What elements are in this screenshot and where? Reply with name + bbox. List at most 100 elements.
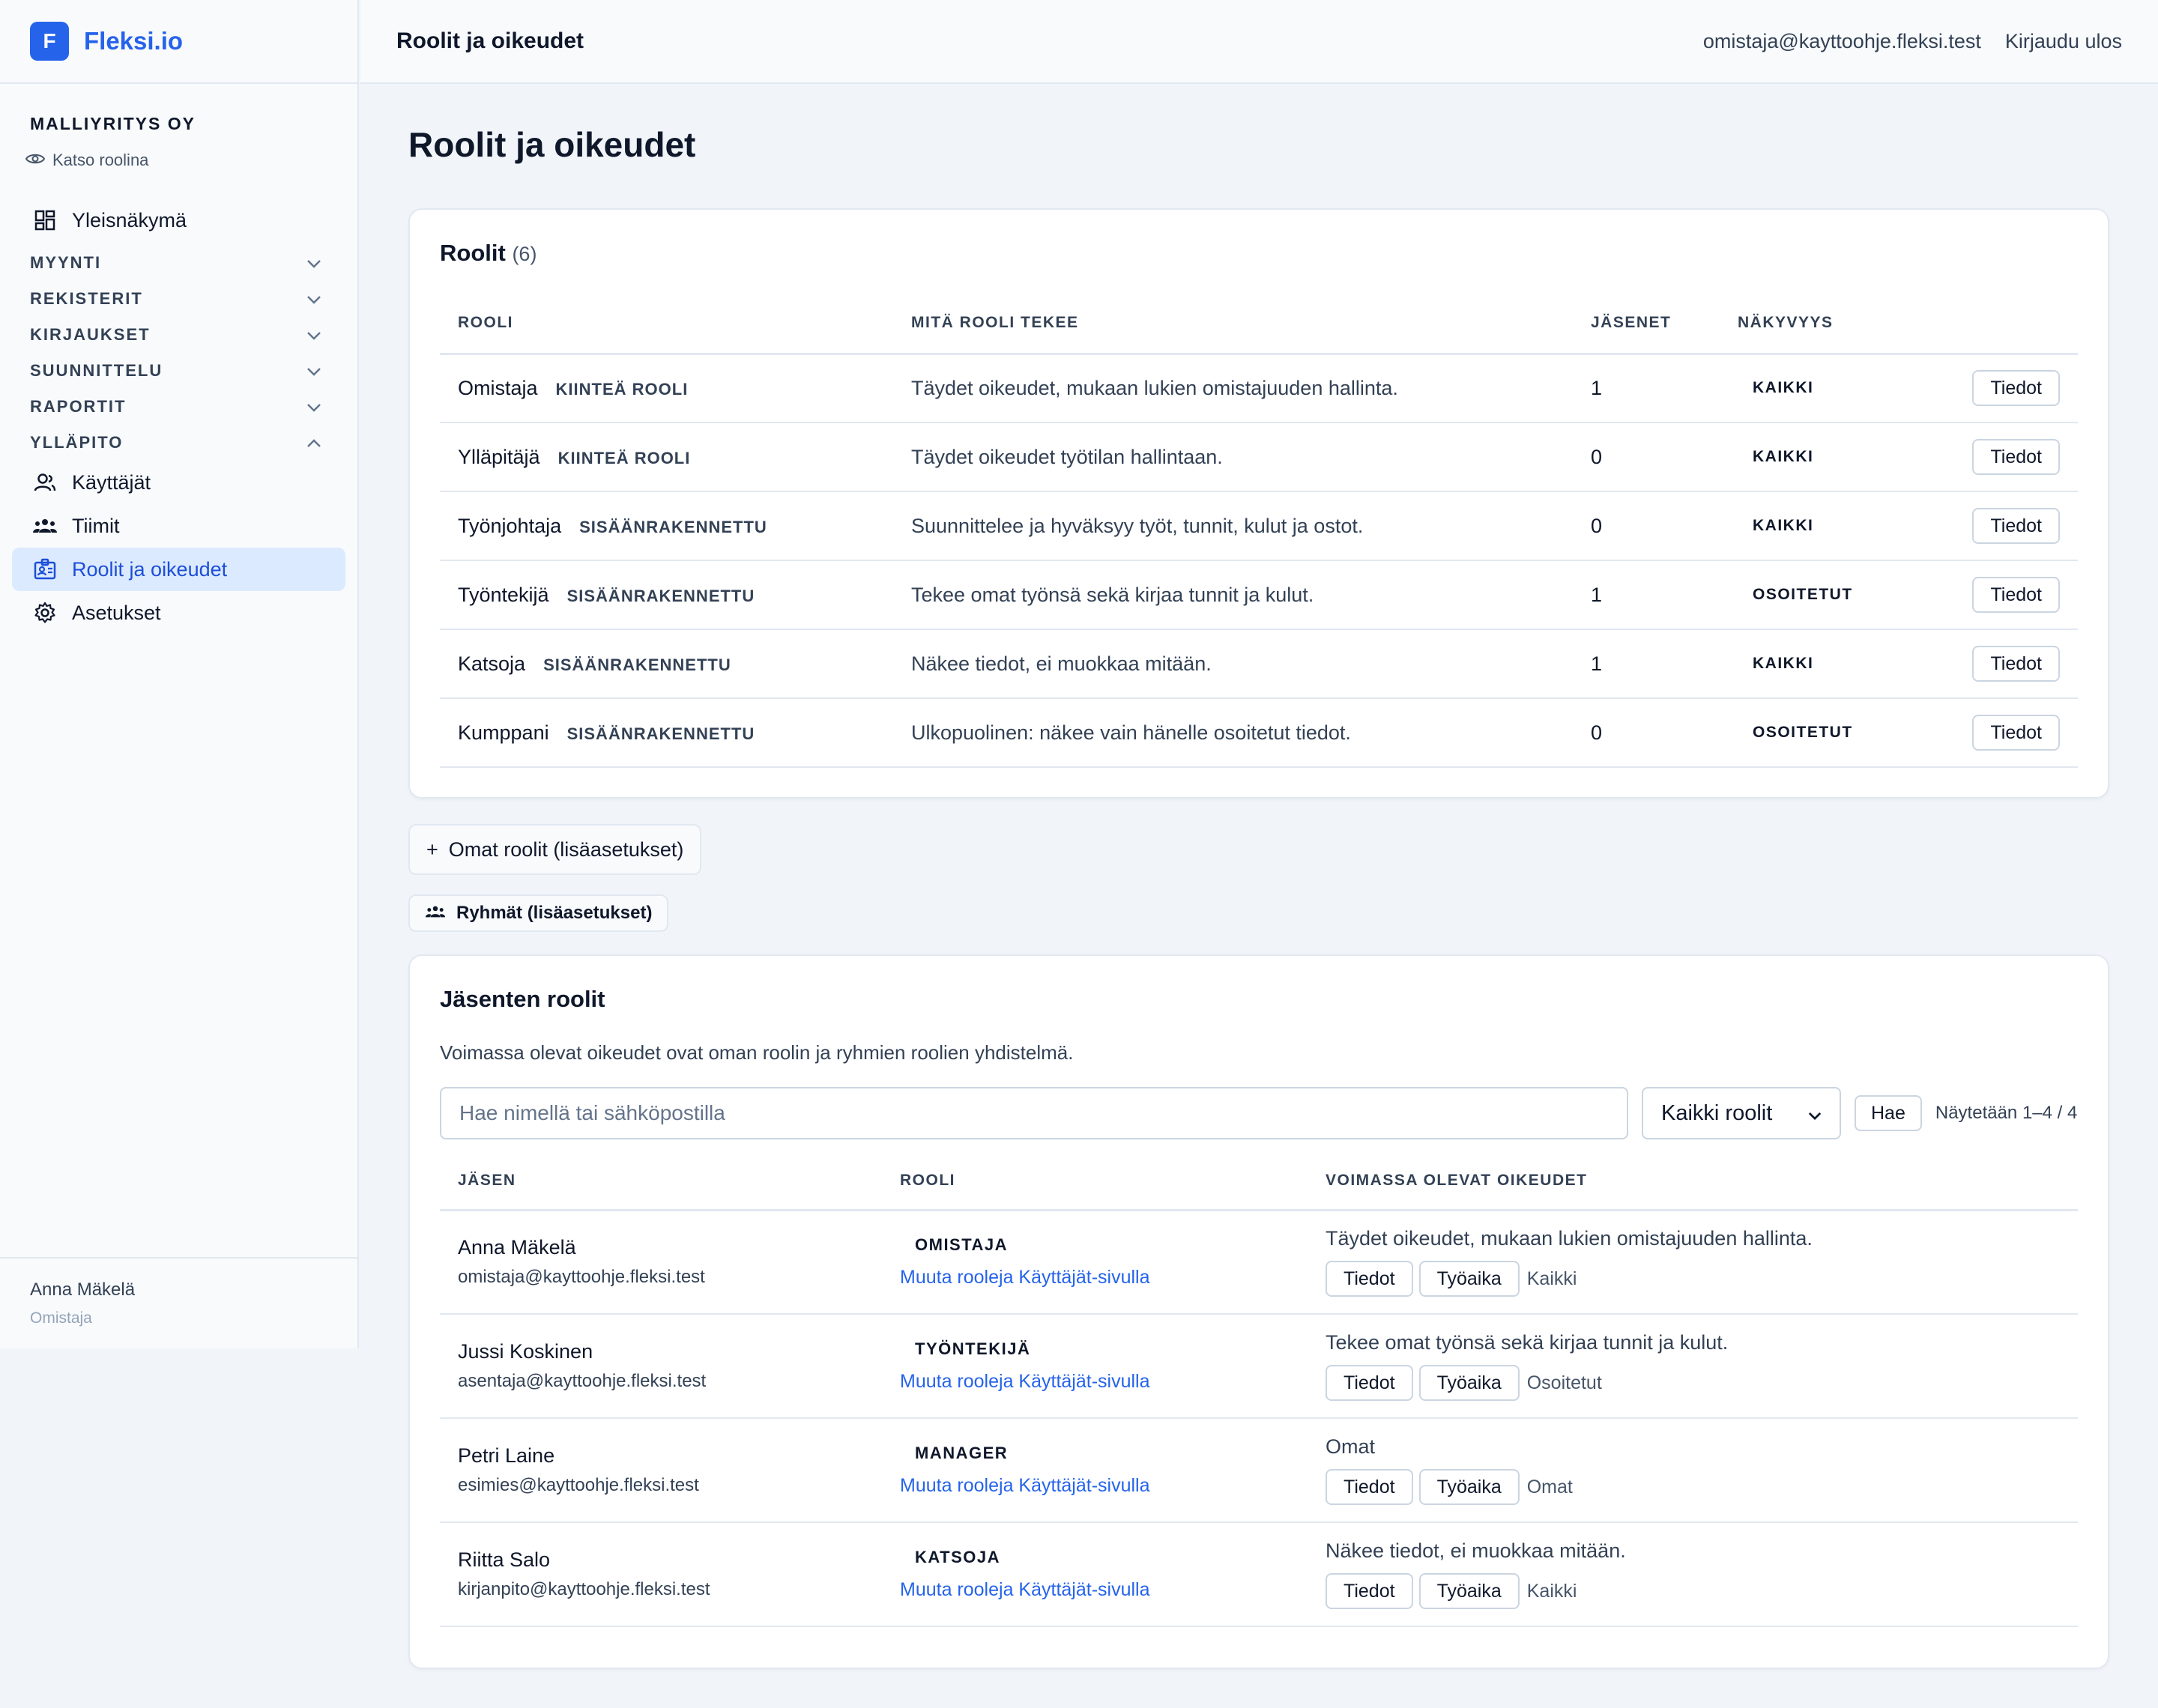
column-header: NÄKYVYYS bbox=[1720, 294, 1855, 355]
role-details-button[interactable]: Tiedot bbox=[1972, 370, 2060, 407]
member-actions: Tiedot Työaika Kaikki bbox=[1326, 1573, 2078, 1609]
member-role-cell: TYÖNTEKIJÄ Muuta rooleja Käyttäjät-sivull… bbox=[882, 1314, 1308, 1419]
custom-roles-label: Omat roolit (lisäasetukset) bbox=[448, 838, 684, 861]
column-header: JÄSEN bbox=[440, 1153, 882, 1211]
team-icon bbox=[425, 903, 446, 924]
member-worktime-button[interactable]: Työaika bbox=[1418, 1365, 1520, 1401]
sidebar-item-label: Yleisnäkymä bbox=[72, 208, 187, 231]
roles-count: (6) bbox=[512, 243, 537, 265]
member-worktime-button[interactable]: Työaika bbox=[1418, 1469, 1520, 1505]
member-details-button[interactable]: Tiedot bbox=[1326, 1365, 1413, 1401]
sidebar-item-label: Tiimit bbox=[72, 514, 120, 537]
change-roles-link[interactable]: Muuta rooleja Käyttäjät-sivulla bbox=[900, 1267, 1308, 1288]
section-label: REKISTERIT bbox=[30, 289, 143, 308]
user-role: Omistaja bbox=[30, 1309, 92, 1327]
member-search-input[interactable] bbox=[440, 1087, 1628, 1139]
role-details-button[interactable]: Tiedot bbox=[1972, 577, 2060, 613]
topbar-title: Roolit ja oikeudet bbox=[396, 28, 584, 53]
sidebar-item-teams[interactable]: Tiimit bbox=[12, 504, 345, 548]
groups-button[interactable]: Ryhmät (lisäasetukset) bbox=[408, 894, 669, 932]
role-cell: Katsoja SISÄÄNRAKENNETTU bbox=[440, 629, 893, 699]
member-cell: Riitta Salo kirjanpito@kayttoohje.fleksi.… bbox=[440, 1522, 882, 1627]
table-row: Katsoja SISÄÄNRAKENNETTU Näkee tiedot, ei … bbox=[440, 629, 2078, 699]
table-row: Kumppani SISÄÄNRAKENNETTU Ulkopuolinen: nä… bbox=[440, 698, 2078, 768]
member-cell: Anna Mäkelä omistaja@kayttoohje.fleksi.te… bbox=[440, 1210, 882, 1315]
sidebar-section-rekisterit[interactable]: REKISTERIT bbox=[0, 281, 357, 317]
role-visibility: KAIKKI bbox=[1720, 354, 1855, 423]
role-member-count: 1 bbox=[1573, 629, 1720, 699]
role-details-button[interactable]: Tiedot bbox=[1972, 439, 2060, 475]
change-roles-link[interactable]: Muuta rooleja Käyttäjät-sivulla bbox=[900, 1579, 1308, 1601]
custom-roles-button[interactable]: + Omat roolit (lisäasetukset) bbox=[408, 824, 702, 875]
member-actions: Tiedot Työaika Kaikki bbox=[1326, 1261, 2078, 1297]
sidebar-section-myynti[interactable]: MYYNTI bbox=[0, 245, 357, 281]
table-header-row: JÄSEN ROOLI VOIMASSA OLEVAT OIKEUDET bbox=[440, 1153, 2078, 1211]
role-details-button[interactable]: Tiedot bbox=[1972, 715, 2060, 751]
role-visibility: OSOITETUT bbox=[1720, 560, 1855, 630]
brand[interactable]: F Fleksi.io bbox=[0, 0, 357, 84]
role-details-button[interactable]: Tiedot bbox=[1972, 508, 2060, 544]
members-table: JÄSEN ROOLI VOIMASSA OLEVAT OIKEUDET Ann… bbox=[440, 1153, 2078, 1627]
member-scope: Omat bbox=[1526, 1476, 1573, 1497]
table-row: Työnjohtaja SISÄÄNRAKENNETTU Suunnittelee … bbox=[440, 491, 2078, 561]
role-actions: Tiedot bbox=[1855, 560, 2078, 630]
sidebar-section-kirjaukset[interactable]: KIRJAUKSET bbox=[0, 317, 357, 353]
sidebar-item-label: Asetukset bbox=[72, 601, 161, 624]
logout-button[interactable]: Kirjaudu ulos bbox=[2005, 30, 2122, 53]
sidebar-item-label: Roolit ja oikeudet bbox=[72, 557, 228, 581]
view-as-button[interactable]: Katso roolina bbox=[25, 151, 327, 170]
member-worktime-button[interactable]: Työaika bbox=[1418, 1573, 1520, 1609]
role-name: Ylläpitäjä bbox=[458, 445, 540, 468]
role-description: Täydet oikeudet, mukaan lukien omistajuu… bbox=[893, 354, 1573, 423]
main-content: Roolit ja oikeudet Roolit (6) ROOLI MITÄ… bbox=[408, 84, 2109, 1669]
members-filters: Kaikki roolit Hae Näytetään 1–4 / 4 bbox=[440, 1087, 2078, 1139]
change-roles-link[interactable]: Muuta rooleja Käyttäjät-sivulla bbox=[900, 1371, 1308, 1393]
sidebar-section-raportit[interactable]: RAPORTIT bbox=[0, 389, 357, 425]
table-row: Petri Laine esimies@kayttoohje.fleksi.tes… bbox=[440, 1418, 2078, 1523]
user-icon bbox=[33, 470, 57, 494]
role-actions: Tiedot bbox=[1855, 698, 2078, 768]
member-permissions-cell: Näkee tiedot, ei muokkaa mitään. Tiedot Ty… bbox=[1308, 1522, 2078, 1627]
sidebar-item-overview[interactable]: Yleisnäkymä bbox=[12, 199, 345, 242]
roles-table: ROOLI MITÄ ROOLI TEKEE JÄSENET NÄKYVYYS … bbox=[440, 294, 2078, 768]
role-cell: Työnjohtaja SISÄÄNRAKENNETTU bbox=[440, 491, 893, 561]
sidebar-section-yllapito[interactable]: YLLÄPITO bbox=[0, 425, 357, 461]
member-role-badge: KATSOJA bbox=[915, 1548, 1000, 1566]
search-button[interactable]: Hae bbox=[1855, 1095, 1922, 1131]
role-visibility: KAIKKI bbox=[1720, 629, 1855, 699]
member-permissions-cell: Omat Tiedot Työaika Omat bbox=[1308, 1418, 2078, 1523]
sidebar-item-users[interactable]: Käyttäjät bbox=[12, 461, 345, 504]
role-description: Ulkopuolinen: näkee vain hänelle osoitet… bbox=[893, 698, 1573, 768]
account-email[interactable]: omistaja@kayttoohje.fleksi.test bbox=[1703, 30, 1981, 53]
role-actions: Tiedot bbox=[1855, 354, 2078, 423]
brand-name: Fleksi.io bbox=[84, 27, 184, 55]
column-header: VOIMASSA OLEVAT OIKEUDET bbox=[1308, 1153, 2078, 1211]
member-email: omistaja@kayttoohje.fleksi.test bbox=[458, 1267, 705, 1288]
member-permissions: Tekee omat työnsä sekä kirjaa tunnit ja … bbox=[1326, 1331, 1729, 1354]
member-role-cell: KATSOJA Muuta rooleja Käyttäjät-sivulla bbox=[882, 1522, 1308, 1627]
chevron-down-icon bbox=[306, 253, 321, 273]
app-root: F Fleksi.io MALLIYRITYS OY Katso roolina… bbox=[0, 0, 2158, 1708]
member-permissions: Täydet oikeudet, mukaan lukien omistajuu… bbox=[1326, 1227, 1813, 1250]
chevron-down-icon bbox=[1808, 1101, 1822, 1126]
sidebar-item-roles[interactable]: Roolit ja oikeudet bbox=[12, 548, 345, 591]
section-label: YLLÄPITO bbox=[30, 433, 124, 452]
member-details-button[interactable]: Tiedot bbox=[1326, 1573, 1413, 1609]
change-roles-link[interactable]: Muuta rooleja Käyttäjät-sivulla bbox=[900, 1475, 1308, 1497]
member-details-button[interactable]: Tiedot bbox=[1326, 1261, 1413, 1297]
member-worktime-button[interactable]: Työaika bbox=[1418, 1261, 1520, 1297]
table-row: Työntekijä SISÄÄNRAKENNETTU Tekee omat työ… bbox=[440, 560, 2078, 630]
section-label: SUUNNITTELU bbox=[30, 361, 163, 380]
sidebar-item-settings[interactable]: Asetukset bbox=[12, 591, 345, 635]
role-member-count: 1 bbox=[1573, 354, 1720, 423]
role-filter-select[interactable]: Kaikki roolit bbox=[1642, 1087, 1841, 1139]
role-type-tag: SISÄÄNRAKENNETTU bbox=[566, 724, 755, 743]
role-member-count: 0 bbox=[1573, 423, 1720, 492]
sidebar-section-suunnittelu[interactable]: SUUNNITTELU bbox=[0, 353, 357, 389]
role-type-tag: SISÄÄNRAKENNETTU bbox=[566, 586, 755, 605]
role-details-button[interactable]: Tiedot bbox=[1972, 646, 2060, 682]
member-name: Riitta Salo bbox=[458, 1548, 551, 1571]
member-details-button[interactable]: Tiedot bbox=[1326, 1469, 1413, 1505]
member-email: kirjanpito@kayttoohje.fleksi.test bbox=[458, 1579, 710, 1599]
groups-label: Ryhmät (lisäasetukset) bbox=[456, 903, 653, 923]
